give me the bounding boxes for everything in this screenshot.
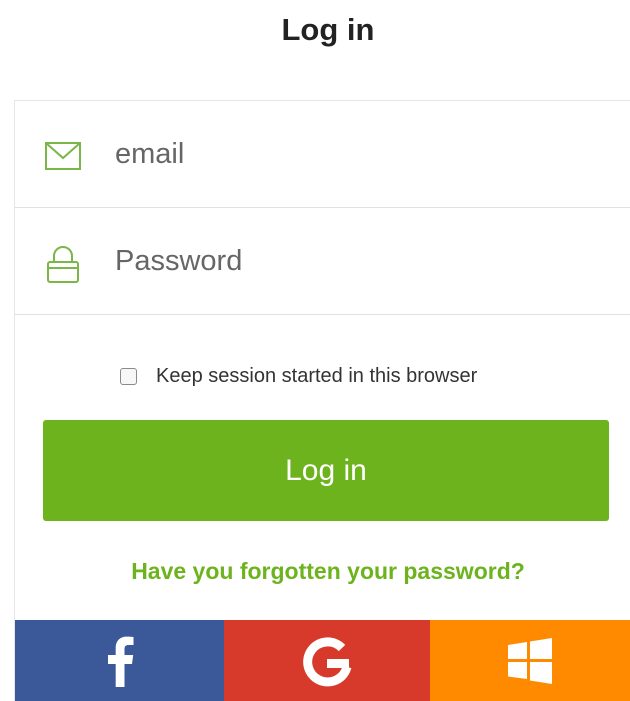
forgot-password-link[interactable]: Have you forgotten your password? — [0, 558, 630, 585]
windows-login-button[interactable] — [430, 620, 630, 701]
login-card — [14, 100, 630, 701]
email-field-row — [15, 101, 630, 208]
windows-icon — [506, 637, 554, 685]
email-input[interactable] — [115, 129, 615, 179]
google-icon — [299, 633, 355, 689]
password-input[interactable] — [115, 236, 615, 286]
password-field-row — [15, 208, 630, 315]
page-title: Log in — [281, 12, 375, 47]
facebook-icon — [105, 635, 135, 687]
envelope-icon — [43, 137, 83, 177]
keep-session-label[interactable]: Keep session started in this browser — [156, 365, 477, 388]
login-button[interactable]: Log in — [43, 420, 609, 521]
lock-icon — [43, 244, 83, 284]
keep-session-row: Keep session started in this browser — [120, 362, 477, 390]
keep-session-checkbox[interactable] — [120, 367, 137, 385]
facebook-login-button[interactable] — [15, 620, 224, 701]
google-login-button[interactable] — [224, 620, 430, 701]
